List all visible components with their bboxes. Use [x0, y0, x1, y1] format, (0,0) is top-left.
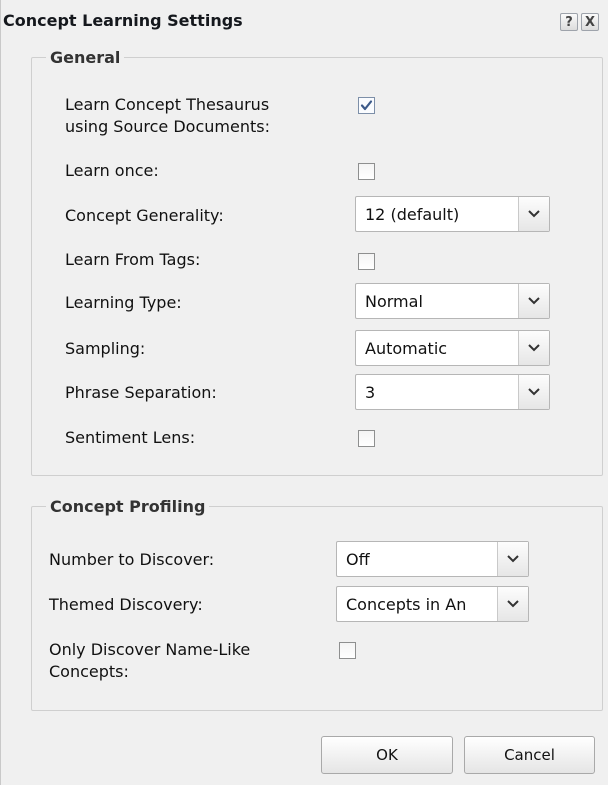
learn-from-tags-checkbox[interactable] — [358, 253, 375, 270]
chevron-down-icon — [528, 210, 540, 218]
learning-type-value: Normal — [365, 292, 423, 311]
cancel-button[interactable]: Cancel — [464, 736, 595, 774]
ok-button-label: OK — [376, 746, 398, 764]
learn-thesaurus-label-line2: using Source Documents: — [65, 117, 270, 136]
themed-discovery-value: Concepts in An — [346, 595, 467, 614]
sampling-value: Automatic — [365, 339, 448, 358]
sampling-label: Sampling: — [65, 339, 146, 358]
phrase-separation-value: 3 — [365, 383, 376, 402]
dialog-title: Concept Learning Settings — [3, 11, 243, 30]
learn-once-checkbox[interactable] — [358, 163, 375, 180]
sampling-dropdown-button[interactable] — [518, 331, 549, 365]
number-to-discover-dropdown-button[interactable] — [497, 542, 528, 576]
name-like-label-line1: Only Discover Name-Like — [49, 640, 251, 659]
learn-thesaurus-label-line1: Learn Concept Thesaurus — [65, 95, 270, 114]
cancel-button-label: Cancel — [504, 746, 555, 764]
learning-type-dropdown-button[interactable] — [518, 284, 549, 318]
general-legend: General — [50, 48, 121, 67]
close-icon: X — [584, 14, 596, 30]
concept-generality-value: 12 (default) — [365, 205, 460, 224]
phrase-separation-label: Phrase Separation: — [65, 383, 217, 402]
ok-button[interactable]: OK — [321, 736, 453, 774]
learning-type-label: Learning Type: — [65, 293, 182, 312]
learn-thesaurus-checkbox[interactable] — [358, 97, 375, 114]
themed-discovery-select[interactable]: Concepts in An — [336, 586, 529, 622]
chevron-down-icon — [528, 344, 540, 352]
number-to-discover-value: Off — [346, 550, 370, 569]
checkmark-icon — [360, 100, 373, 111]
phrase-separation-select[interactable]: 3 — [355, 374, 550, 410]
learning-type-select[interactable]: Normal — [355, 283, 550, 319]
chevron-down-icon — [528, 388, 540, 396]
learn-from-tags-label: Learn From Tags: — [65, 250, 201, 269]
chevron-down-icon — [528, 297, 540, 305]
themed-discovery-dropdown-button[interactable] — [497, 587, 528, 621]
name-like-checkbox[interactable] — [339, 642, 356, 659]
chevron-down-icon — [507, 555, 519, 563]
number-to-discover-label: Number to Discover: — [49, 550, 215, 569]
name-like-label-line2: Concepts: — [49, 662, 129, 681]
sampling-select[interactable]: Automatic — [355, 330, 550, 366]
help-button[interactable]: ? — [560, 13, 578, 31]
close-button[interactable]: X — [581, 13, 599, 31]
dialog-titlebar[interactable]: Concept Learning Settings ? X — [1, 0, 608, 42]
sentiment-lens-checkbox[interactable] — [358, 430, 375, 447]
concept-generality-label: Concept Generality: — [65, 206, 224, 225]
phrase-separation-dropdown-button[interactable] — [518, 375, 549, 409]
chevron-down-icon — [507, 600, 519, 608]
themed-discovery-label: Themed Discovery: — [49, 595, 203, 614]
help-icon: ? — [565, 14, 573, 30]
concept-generality-dropdown-button[interactable] — [518, 197, 549, 231]
learn-once-label: Learn once: — [65, 161, 159, 180]
concept-learning-settings-dialog: Concept Learning Settings ? X General Le… — [0, 0, 608, 785]
number-to-discover-select[interactable]: Off — [336, 541, 529, 577]
sentiment-lens-label: Sentiment Lens: — [65, 428, 196, 447]
concept-profiling-legend: Concept Profiling — [50, 497, 206, 516]
concept-generality-select[interactable]: 12 (default) — [355, 196, 550, 232]
